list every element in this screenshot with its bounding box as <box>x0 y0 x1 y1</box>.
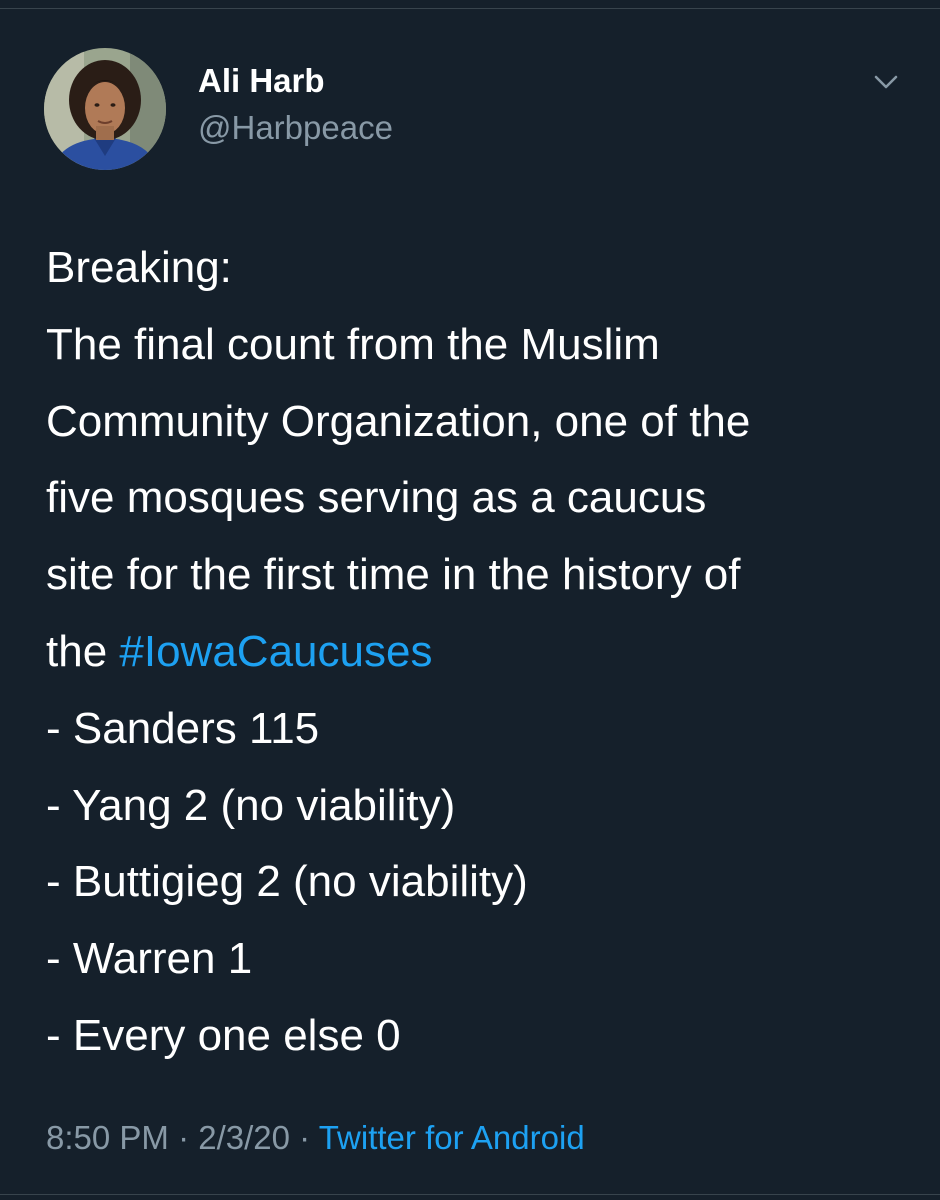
avatar-image <box>44 48 166 170</box>
author-handle[interactable]: @Harbpeace <box>198 108 393 148</box>
tweet-line: - Yang 2 (no viability) <box>46 780 456 830</box>
top-divider <box>0 8 940 9</box>
tweet-line: - Warren 1 <box>46 934 253 984</box>
tweet-line: site for the first time in the history o… <box>46 550 741 600</box>
tweet-line: Breaking: <box>46 243 232 292</box>
meta-separator: · <box>168 1119 199 1156</box>
tweet-time[interactable]: 8:50 PM <box>46 1119 169 1156</box>
tweet-line-hashtag: the #IowaCaucuses <box>46 614 906 691</box>
source-link[interactable]: Twitter for Android <box>319 1119 585 1156</box>
tweet-line: Community Organization, one of the <box>46 396 751 446</box>
tweet-line: - Buttigieg 2 (no viability) <box>46 857 528 907</box>
hashtag-link[interactable]: #IowaCaucuses <box>119 627 432 676</box>
tweet-line: - Sanders 115 <box>46 703 320 753</box>
tweet-meta: 8:50 PM · 2/3/20 · Twitter for Android <box>46 1116 585 1160</box>
tweet-line: - Every one else 0 <box>46 1010 401 1060</box>
tweet-line-prefix: the <box>46 626 120 676</box>
author-name[interactable]: Ali Harb <box>198 62 325 100</box>
tweet-text: Breaking: The final count from the Musli… <box>46 230 906 1075</box>
chevron-down-icon[interactable] <box>868 64 904 100</box>
tweet-date[interactable]: 2/3/20 <box>198 1119 290 1156</box>
meta-separator: · <box>289 1119 319 1156</box>
bottom-divider <box>0 1194 940 1195</box>
avatar[interactable] <box>44 48 166 170</box>
tweet-line: The final count from the Muslim <box>46 319 660 369</box>
tweet-line: five mosques serving as a caucus <box>46 473 707 523</box>
